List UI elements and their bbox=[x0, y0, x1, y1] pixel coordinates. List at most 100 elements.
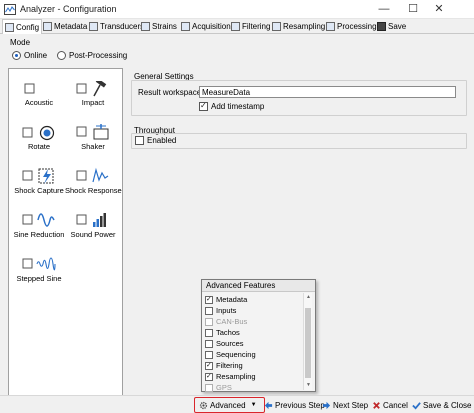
resampling-icon bbox=[272, 22, 281, 31]
tab-metadata[interactable]: Metadata bbox=[43, 20, 87, 33]
throughput-enabled-checkbox[interactable] bbox=[135, 136, 144, 145]
radio-label: Post-Processing bbox=[69, 51, 128, 60]
gear-icon bbox=[199, 401, 208, 409]
adv-item-gps: GPS bbox=[205, 382, 232, 393]
checkbox-indicator bbox=[205, 339, 213, 348]
tool-impact[interactable]: Impact bbox=[65, 81, 121, 111]
tool-shaker[interactable]: Shaker bbox=[65, 123, 121, 153]
sine-reduction-icon bbox=[22, 213, 55, 227]
shock-response-icon bbox=[76, 167, 109, 183]
acoustic-icon bbox=[24, 81, 49, 97]
tab-processing[interactable]: Processing bbox=[326, 20, 377, 33]
tab-acquisition[interactable]: Acquisition bbox=[181, 20, 231, 33]
throughput-group bbox=[131, 133, 467, 149]
mode-post-processing-radio[interactable]: Post-Processing bbox=[57, 51, 127, 60]
advanced-features-scrollbar[interactable]: ▲ ▼ bbox=[303, 293, 312, 390]
stepped-sine-icon bbox=[22, 257, 56, 271]
adv-item-can-bus: CAN-Bus bbox=[205, 316, 247, 327]
tab-transducers[interactable]: Transducers bbox=[89, 20, 144, 33]
scroll-down-icon[interactable]: ▼ bbox=[304, 382, 313, 388]
mode-online-radio[interactable]: Online bbox=[12, 51, 47, 60]
tool-label: Sine Reduction bbox=[13, 230, 65, 239]
filtering-icon bbox=[231, 22, 240, 31]
previous-step-label: Previous Step bbox=[275, 401, 325, 410]
scroll-up-icon[interactable]: ▲ bbox=[304, 294, 313, 300]
adv-item-label: Inputs bbox=[216, 306, 237, 315]
tool-sound-power[interactable]: Sound Power bbox=[65, 211, 121, 241]
add-timestamp-label: Add timestamp bbox=[211, 102, 265, 111]
tab-config[interactable]: Config bbox=[2, 19, 43, 34]
tab-resampling[interactable]: Resampling bbox=[272, 20, 325, 33]
acquisition-icon bbox=[181, 22, 190, 31]
tool-stepped-sine[interactable]: Stepped Sine bbox=[11, 255, 67, 285]
maximize-button[interactable]: ☐ bbox=[399, 1, 427, 17]
tab-label: Transducers bbox=[100, 22, 145, 31]
previous-step-button[interactable]: Previous Step bbox=[264, 399, 325, 412]
radio-indicator bbox=[12, 51, 21, 60]
check-icon bbox=[412, 402, 421, 410]
tool-sine-reduction[interactable]: Sine Reduction bbox=[11, 211, 67, 241]
cancel-label: Cancel bbox=[383, 401, 408, 410]
application-panel: Acoustic Impact Rotate Shaker Shock Capt… bbox=[8, 68, 123, 398]
result-workspace-input[interactable] bbox=[199, 86, 456, 98]
close-button[interactable]: ✕ bbox=[425, 1, 453, 17]
tool-shock-response[interactable]: Shock Response bbox=[65, 167, 122, 197]
tab-label: Config bbox=[16, 22, 40, 32]
advanced-button[interactable]: Advanced ▼ bbox=[194, 397, 265, 413]
strains-icon bbox=[141, 22, 150, 31]
adv-item-sources[interactable]: Sources bbox=[205, 338, 244, 349]
cancel-x-icon bbox=[373, 402, 380, 409]
adv-item-label: GPS bbox=[216, 383, 232, 392]
radio-label: Online bbox=[24, 51, 48, 60]
arrow-left-icon bbox=[264, 401, 273, 410]
tab-strains[interactable]: Strains bbox=[141, 20, 177, 33]
tool-label: Stepped Sine bbox=[16, 274, 62, 283]
next-step-button[interactable]: Next Step bbox=[322, 399, 368, 412]
tool-label: Shock Response bbox=[65, 186, 122, 195]
checkbox-indicator bbox=[205, 328, 213, 337]
advanced-label: Advanced bbox=[210, 400, 246, 410]
tool-acoustic[interactable]: Acoustic bbox=[11, 81, 67, 111]
transducers-icon bbox=[89, 22, 98, 31]
mode-label: Mode bbox=[10, 38, 31, 47]
config-icon bbox=[5, 22, 14, 32]
metadata-icon bbox=[43, 22, 52, 31]
tab-label: Save bbox=[388, 22, 407, 31]
checkbox-indicator bbox=[205, 295, 213, 304]
adv-item-tachos[interactable]: Tachos bbox=[205, 327, 240, 338]
tab-label: Processing bbox=[337, 22, 377, 31]
adv-item-sequencing[interactable]: Sequencing bbox=[205, 349, 256, 360]
save-close-button[interactable]: Save & Close bbox=[412, 399, 471, 412]
tool-shock-capture[interactable]: Shock Capture bbox=[11, 167, 67, 197]
adv-item-label: Resampling bbox=[216, 372, 256, 381]
scrollbar-thumb[interactable] bbox=[305, 308, 311, 378]
tool-label: Rotate bbox=[27, 142, 51, 151]
tab-label: Acquisition bbox=[192, 22, 231, 31]
hammer-icon bbox=[76, 81, 107, 97]
tab-filtering[interactable]: Filtering bbox=[231, 20, 270, 33]
advanced-features-popup: Advanced Features Metadata Inputs CAN-Bu… bbox=[201, 279, 316, 392]
tab-label: Metadata bbox=[54, 22, 88, 31]
window-title: Analyzer - Configuration bbox=[20, 4, 117, 14]
tool-label: Sound Power bbox=[70, 230, 116, 239]
processing-icon bbox=[326, 22, 335, 31]
adv-item-inputs[interactable]: Inputs bbox=[205, 305, 236, 316]
tool-label: Acoustic bbox=[24, 98, 54, 107]
tool-rotate[interactable]: Rotate bbox=[11, 125, 67, 155]
adv-item-label: CAN-Bus bbox=[216, 317, 248, 326]
tab-strip: Config Metadata Transducers Strains Acqu… bbox=[0, 19, 474, 34]
save-close-label: Save & Close bbox=[423, 401, 472, 410]
sound-power-icon bbox=[76, 213, 106, 227]
add-timestamp-checkbox[interactable] bbox=[199, 101, 208, 111]
cancel-button[interactable]: Cancel bbox=[372, 399, 408, 412]
adv-item-resampling[interactable]: Resampling bbox=[205, 371, 256, 382]
minimize-button[interactable]: — bbox=[370, 1, 398, 17]
tool-label: Shaker bbox=[81, 142, 105, 151]
tab-save[interactable]: Save bbox=[377, 20, 406, 33]
arrow-right-icon bbox=[322, 401, 331, 410]
adv-item-metadata[interactable]: Metadata bbox=[205, 294, 247, 305]
advanced-features-title: Advanced Features bbox=[202, 280, 315, 292]
tab-label: Filtering bbox=[242, 22, 271, 31]
tool-label: Impact bbox=[81, 98, 105, 107]
adv-item-filtering[interactable]: Filtering bbox=[205, 360, 243, 371]
